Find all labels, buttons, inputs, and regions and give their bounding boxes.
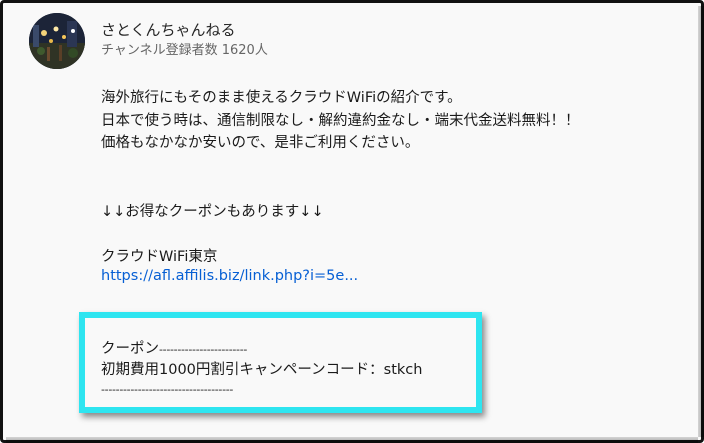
coupon-announcement: ↓↓お得なクーポンもあります↓↓	[101, 204, 324, 220]
frame-shadow-bottom	[6, 437, 698, 443]
description-text: 海外旅行にもそのまま使えるクラウドWiFiの紹介です。 日本で使う時は、通信制限…	[101, 87, 580, 155]
description-line-3: 価格もなかなか安いので、是非ご利用ください。	[101, 135, 420, 151]
coupon-block: クーポン------------------------ 初期費用1000円割引…	[101, 339, 422, 400]
description-line-1: 海外旅行にもそのまま使えるクラウドWiFiの紹介です。	[101, 90, 462, 106]
shop-name: クラウドWiFi東京	[101, 249, 218, 265]
coupon-footer-dashes: ------------------------------------	[101, 383, 234, 396]
coupon-header-dashes: ------------------------	[159, 343, 248, 356]
coupon-header-label: クーポン	[101, 341, 159, 357]
coupon-code-line: 初期費用1000円割引キャンペーンコード：stkch	[101, 362, 423, 378]
avatar-photo-icon	[29, 13, 85, 69]
coupon-header: クーポン------------------------	[101, 339, 422, 360]
description-line-2: 日本で使う時は、通信制限なし・解約違約金なし・端末代金送料無料！！	[101, 112, 580, 129]
subscriber-count: チャンネル登録者数 1620人	[101, 43, 268, 58]
channel-avatar[interactable]	[29, 13, 85, 69]
affiliate-link[interactable]: https://afl.affilis.biz/link.php?i=5e...	[101, 268, 358, 284]
channel-name[interactable]: さとくんちゃんねる	[101, 19, 236, 40]
frame-shadow-right	[698, 6, 704, 437]
